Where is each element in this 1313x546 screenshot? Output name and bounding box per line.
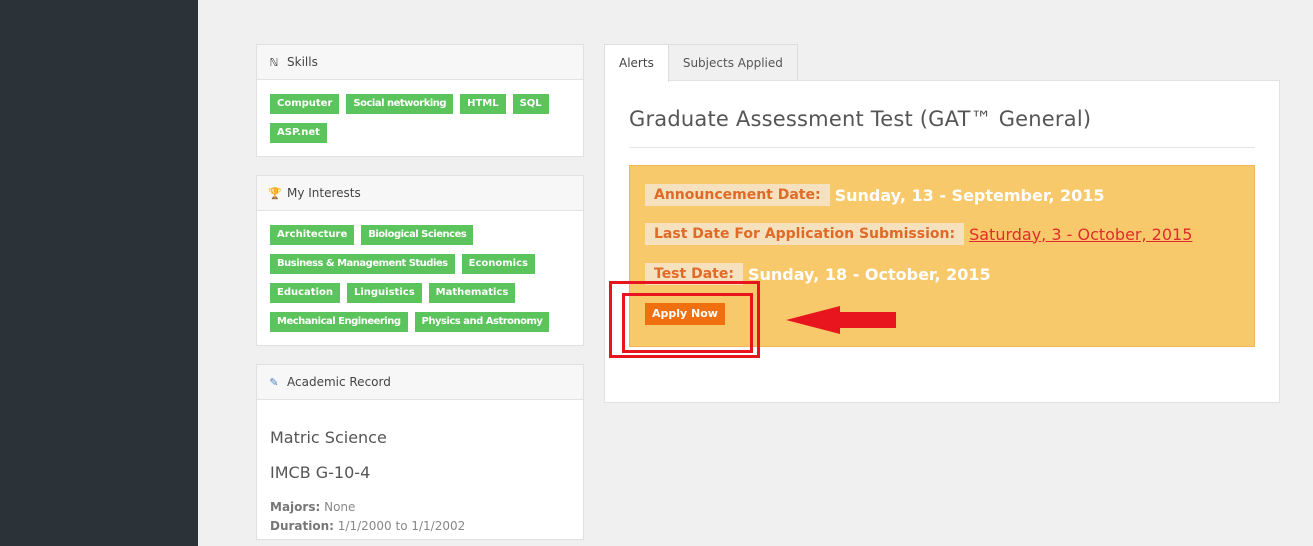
skill-tag: Social networking (346, 94, 454, 114)
skills-icon: ℕ (269, 55, 279, 69)
last-date-label: Last Date For Application Submission: (645, 223, 965, 245)
skills-panel: ℕ Skills Computer Social networking HTML… (256, 44, 584, 157)
left-sidebar (0, 0, 198, 546)
tab-bar: Alerts Subjects Applied (604, 44, 798, 82)
interest-tag: Physics and Astronomy (414, 312, 550, 332)
tab-alerts[interactable]: Alerts (604, 44, 669, 82)
majors-line: Majors: None (270, 498, 570, 517)
skills-tags: Computer Social networking HTML SQL ASP.… (257, 80, 583, 152)
skills-panel-header: ℕ Skills (257, 45, 583, 80)
duration-line: Duration: 1/1/2000 to 1/1/2002 (270, 517, 570, 536)
last-date-value[interactable]: Saturday, 3 - October, 2015 (969, 225, 1192, 244)
interest-tag: Mechanical Engineering (270, 312, 408, 332)
interest-tag: Education (270, 283, 340, 303)
skill-tag: SQL (512, 94, 549, 114)
duration-label: Duration: (270, 519, 334, 533)
announcement-label: Announcement Date: (645, 184, 830, 206)
interest-tag: Mathematics (428, 283, 516, 303)
skills-title: Skills (287, 55, 318, 69)
skill-tag: HTML (460, 94, 506, 114)
interests-title: My Interests (287, 186, 361, 200)
interest-tag: Business & Management Studies (270, 254, 455, 274)
interest-tag: Biological Sciences (361, 225, 474, 245)
interests-panel: 🏆 My Interests Architecture Biological S… (256, 175, 584, 346)
academic-title: Academic Record (287, 375, 391, 389)
duration-value: 1/1/2000 to 1/1/2002 (337, 519, 466, 533)
interest-tag: Architecture (270, 225, 355, 245)
institution-title: IMCB G-10-4 (270, 463, 371, 482)
skill-tag: Computer (270, 94, 340, 114)
divider (629, 147, 1255, 148)
test-date-value: Sunday, 18 - October, 2015 (747, 264, 991, 284)
academic-panel: ✎ Academic Record Matric Science IMCB G-… (256, 364, 584, 540)
highlight-box (609, 281, 760, 358)
pointer-arrow-icon (786, 306, 896, 334)
announcement-row: Announcement Date: Sunday, 13 - Septembe… (645, 184, 1105, 206)
tab-subjects-applied[interactable]: Subjects Applied (668, 44, 798, 81)
academic-body: Matric Science IMCB G-10-4 Majors: None … (257, 400, 583, 536)
skill-tag: ASP.net (270, 123, 327, 143)
interests-tags: Architecture Biological Sciences Busines… (257, 211, 583, 341)
last-date-row: Last Date For Application Submission: Sa… (645, 223, 1192, 245)
interest-tag: Linguistics (346, 283, 422, 303)
trophy-icon: 🏆 (268, 186, 282, 200)
majors-value: None (324, 500, 356, 514)
majors-label: Majors: (270, 500, 321, 514)
academic-panel-header: ✎ Academic Record (257, 365, 583, 400)
test-title: Graduate Assessment Test (GAT™ General) (629, 107, 1092, 131)
pencil-icon: ✎ (269, 375, 279, 389)
announcement-value: Sunday, 13 - September, 2015 (834, 185, 1105, 205)
interest-tag: Economics (461, 254, 535, 274)
degree-title: Matric Science (270, 428, 387, 447)
interests-panel-header: 🏆 My Interests (257, 176, 583, 211)
